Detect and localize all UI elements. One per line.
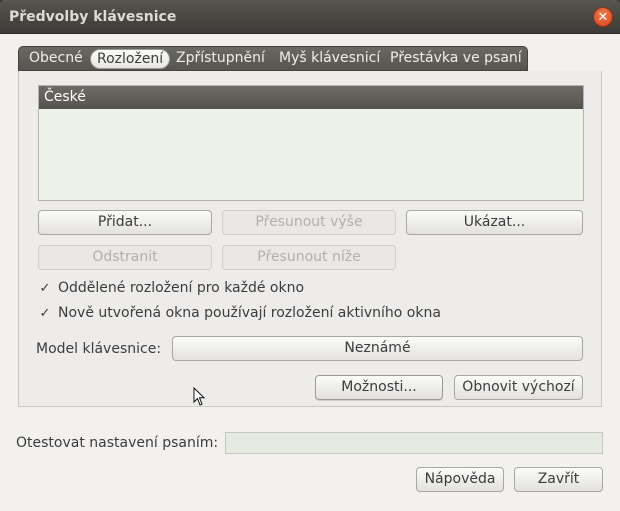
- checkmark-icon: ✓: [39, 281, 51, 296]
- remove-layout-button[interactable]: Odstranit: [38, 245, 212, 270]
- move-up-button[interactable]: Přesunout výše: [222, 210, 396, 235]
- keyboard-model-button[interactable]: Neznámé: [172, 336, 583, 361]
- tab-mouse-keys[interactable]: Myš klávesnicí: [273, 49, 386, 69]
- tab-typing-break[interactable]: Přestávka ve psaní: [384, 49, 528, 69]
- keyboard-preferences-window: Předvolby klávesnice ✕ Obecné Rozložení …: [0, 0, 620, 511]
- close-icon: ✕: [597, 9, 609, 25]
- window-close-button[interactable]: ✕: [593, 7, 613, 27]
- show-layout-button[interactable]: Ukázat...: [406, 210, 583, 235]
- reset-defaults-button[interactable]: Obnovit výchozí: [454, 375, 583, 400]
- layouts-panel: České Přidat... Přesunout výše Ukázat...…: [18, 71, 602, 407]
- checkbox-label: Nově utvořená okna používají rozložení a…: [58, 305, 441, 321]
- help-button[interactable]: Nápověda: [416, 467, 504, 492]
- options-button[interactable]: Možnosti...: [315, 375, 443, 400]
- move-down-button[interactable]: Přesunout níže: [222, 245, 396, 270]
- titlebar: Předvolby klávesnice ✕: [0, 0, 620, 34]
- tab-accessibility[interactable]: Zpřístupnění: [170, 49, 271, 69]
- tab-layouts[interactable]: Rozložení: [90, 49, 171, 69]
- tab-bar: Obecné Rozložení Zpřístupnění Myš kláves…: [18, 46, 528, 71]
- checkmark-icon: ✓: [39, 306, 51, 321]
- mouse-pointer-icon: [193, 387, 206, 406]
- checkbox-label: Oddělené rozložení pro každé okno: [58, 280, 305, 296]
- dialog-content: Obecné Rozložení Zpřístupnění Myš kláves…: [0, 34, 620, 511]
- separate-layout-checkbox[interactable]: ✓ Oddělené rozložení pro každé okno: [38, 278, 305, 298]
- layout-list[interactable]: České: [38, 85, 584, 201]
- new-windows-active-layout-checkbox[interactable]: ✓ Nově utvořená okna používají rozložení …: [38, 303, 441, 323]
- close-button[interactable]: Zavřít: [514, 467, 603, 492]
- test-typing-input[interactable]: [225, 432, 603, 454]
- add-layout-button[interactable]: Přidat...: [38, 210, 212, 235]
- keyboard-model-label: Model klávesnice:: [36, 341, 162, 357]
- list-item[interactable]: České: [39, 86, 583, 109]
- test-typing-label: Otestovat nastavení psaním:: [16, 435, 219, 451]
- tab-general[interactable]: Obecné: [23, 49, 89, 69]
- window-title: Předvolby klávesnice: [9, 9, 177, 25]
